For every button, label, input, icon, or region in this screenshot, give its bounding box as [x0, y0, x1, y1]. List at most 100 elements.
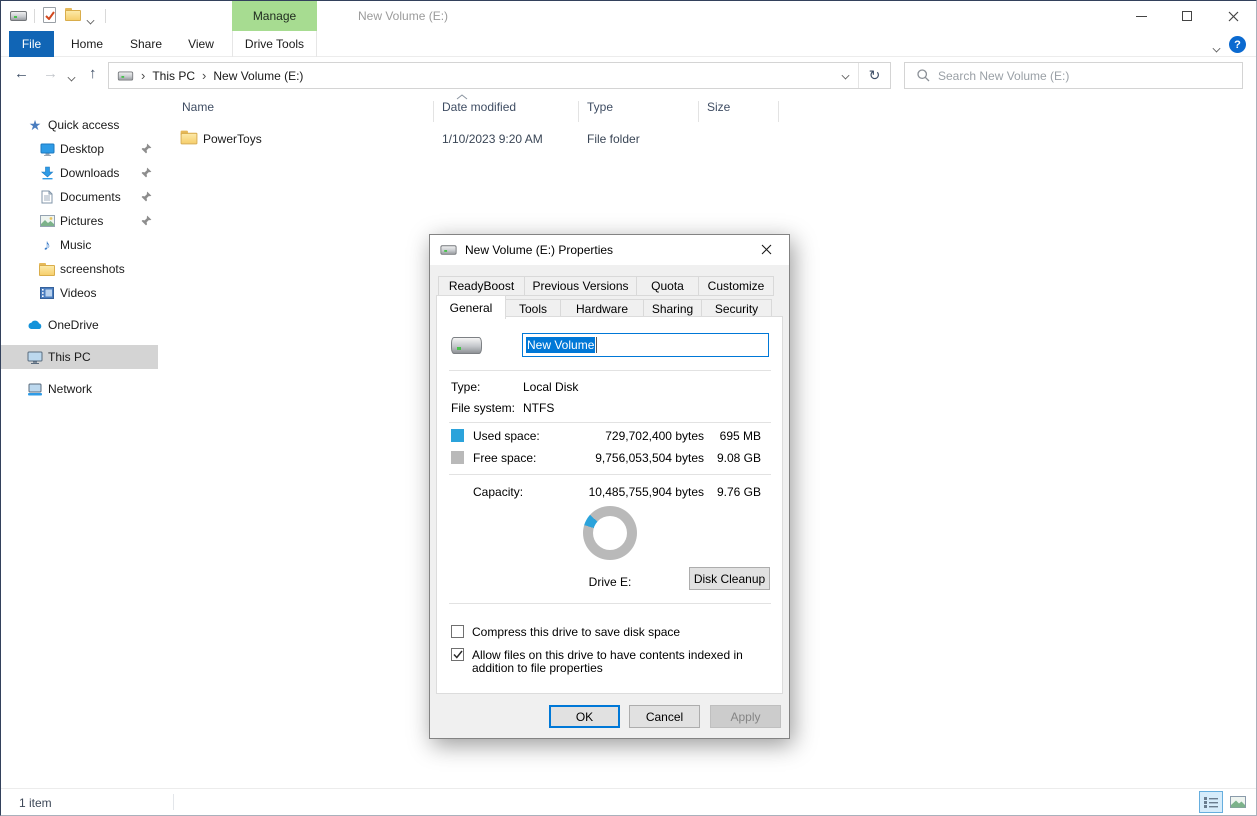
column-header-name[interactable]: Name	[182, 100, 214, 114]
properties-dialog: New Volume (E:) Properties ReadyBoost Pr…	[429, 234, 790, 739]
forward-button[interactable]: →	[43, 65, 58, 82]
tab-customize[interactable]: Customize	[698, 276, 774, 296]
ribbon-tab-row: File Home Share View Drive Tools ?	[1, 31, 1256, 57]
new-folder-icon[interactable]	[65, 8, 81, 24]
properties-icon[interactable]	[43, 7, 56, 23]
column-header-type[interactable]: Type	[587, 100, 613, 114]
up-button[interactable]: ↑	[89, 65, 97, 82]
breadcrumb-drive-icon	[118, 71, 133, 80]
qat-separator	[34, 9, 35, 23]
used-swatch	[451, 429, 464, 442]
column-separator[interactable]	[698, 101, 699, 122]
tab-share[interactable]: Share	[120, 31, 172, 57]
app-drive-icon	[10, 10, 27, 24]
column-separator[interactable]	[578, 101, 579, 122]
compress-checkbox[interactable]	[451, 625, 464, 638]
sidebar-item-documents[interactable]: Documents	[1, 185, 158, 209]
apply-button[interactable]: Apply	[710, 705, 781, 728]
details-view-button[interactable]	[1199, 791, 1223, 813]
document-icon	[39, 189, 55, 205]
qat-customize-chevron-icon[interactable]	[87, 13, 94, 27]
index-checkbox-label[interactable]: Allow files on this drive to have conten…	[472, 649, 774, 675]
breadcrumb-current[interactable]: New Volume (E:)	[213, 69, 303, 83]
folder-icon	[39, 261, 55, 277]
column-separator[interactable]	[778, 101, 779, 122]
breadcrumb-this-pc[interactable]: This PC	[152, 69, 195, 83]
dialog-title: New Volume (E:) Properties	[465, 243, 613, 257]
free-space-bytes: 9,756,053,504 bytes	[554, 451, 704, 465]
tab-file[interactable]: File	[9, 31, 54, 57]
close-button[interactable]	[1210, 1, 1256, 31]
computer-icon	[27, 349, 43, 365]
navigation-pane: ★ Quick access Desktop Downloads	[1, 94, 158, 790]
sidebar-item-desktop[interactable]: Desktop	[1, 137, 158, 161]
back-button[interactable]: ←	[14, 65, 29, 82]
volume-name-input[interactable]: New Volume	[522, 333, 769, 357]
address-bar[interactable]: › This PC › New Volume (E:) ↻	[108, 62, 891, 89]
onedrive-cloud-icon	[27, 317, 43, 333]
ok-button[interactable]: OK	[549, 705, 620, 728]
sidebar-item-music[interactable]: ♪ Music	[1, 233, 158, 257]
separator	[449, 474, 771, 475]
item-count: 1 item	[19, 796, 52, 810]
sidebar-item-network[interactable]: Network	[1, 377, 158, 401]
sidebar-item-screenshots[interactable]: screenshots	[1, 257, 158, 281]
recent-locations-chevron-icon[interactable]	[68, 70, 75, 84]
manage-contextual-tab[interactable]: Manage	[232, 1, 317, 31]
tab-previous-versions[interactable]: Previous Versions	[524, 276, 637, 296]
pin-icon	[141, 215, 152, 226]
disk-cleanup-button[interactable]: Disk Cleanup	[689, 567, 770, 590]
minimize-icon	[1136, 16, 1147, 17]
sidebar-item-onedrive[interactable]: OneDrive	[1, 313, 158, 337]
sidebar-item-this-pc[interactable]: This PC	[1, 345, 158, 369]
qat-separator-2	[105, 9, 106, 23]
address-row: ← → ↑ › This PC › New Volume (E:) ↻	[1, 57, 1256, 94]
title-bar: Manage New Volume (E:)	[1, 1, 1256, 31]
explorer-window: Manage New Volume (E:) File Home Share V…	[0, 0, 1257, 816]
network-icon	[27, 381, 43, 397]
sidebar-item-pictures[interactable]: Pictures	[1, 209, 158, 233]
pin-icon	[141, 143, 152, 154]
separator	[449, 370, 771, 371]
tab-home[interactable]: Home	[62, 31, 112, 57]
sidebar-item-quick-access[interactable]: ★ Quick access	[1, 113, 158, 137]
refresh-button[interactable]: ↻	[858, 63, 890, 88]
tab-quota[interactable]: Quota	[636, 276, 699, 296]
compress-checkbox-label[interactable]: Compress this drive to save disk space	[472, 626, 774, 639]
thumbnails-view-button[interactable]	[1226, 791, 1250, 813]
column-header-date-modified[interactable]: Date modified	[442, 100, 516, 114]
search-box[interactable]	[904, 62, 1243, 89]
tab-view[interactable]: View	[176, 31, 226, 57]
file-name[interactable]: PowerToys	[203, 132, 262, 146]
window-title: New Volume (E:)	[358, 9, 448, 23]
column-header-size[interactable]: Size	[707, 100, 730, 114]
tab-drive-tools[interactable]: Drive Tools	[232, 31, 317, 57]
maximize-button[interactable]	[1164, 1, 1210, 31]
dialog-close-button[interactable]	[744, 235, 789, 264]
tab-readyboost[interactable]: ReadyBoost	[438, 276, 525, 296]
downloads-icon	[39, 165, 55, 181]
help-icon: ?	[1234, 39, 1241, 51]
address-dropdown-button[interactable]	[832, 63, 858, 88]
help-button[interactable]: ?	[1229, 36, 1246, 53]
file-type: File folder	[587, 132, 640, 146]
desktop-icon	[39, 141, 55, 157]
type-value: Local Disk	[523, 380, 578, 394]
file-row-powertoys[interactable]: PowerToys 1/10/2023 9:20 AM File folder	[161, 128, 1061, 150]
index-checkbox[interactable]	[451, 648, 464, 661]
ribbon-expand-chevron-icon[interactable]	[1213, 41, 1220, 55]
pin-icon	[141, 191, 152, 202]
search-icon	[917, 69, 930, 82]
dialog-drive-icon	[440, 245, 456, 255]
music-note-icon: ♪	[39, 237, 55, 253]
sidebar-item-videos[interactable]: Videos	[1, 281, 158, 305]
filesystem-label: File system:	[451, 401, 515, 415]
cancel-button[interactable]: Cancel	[629, 705, 700, 728]
details-view-icon	[1204, 797, 1218, 808]
sidebar-item-downloads[interactable]: Downloads	[1, 161, 158, 185]
minimize-button[interactable]	[1118, 1, 1164, 31]
general-tab-panel: New Volume Type: Local Disk File system:…	[436, 316, 783, 694]
search-input[interactable]	[938, 69, 1242, 83]
column-separator[interactable]	[433, 101, 434, 122]
tab-general[interactable]: General	[436, 295, 506, 319]
